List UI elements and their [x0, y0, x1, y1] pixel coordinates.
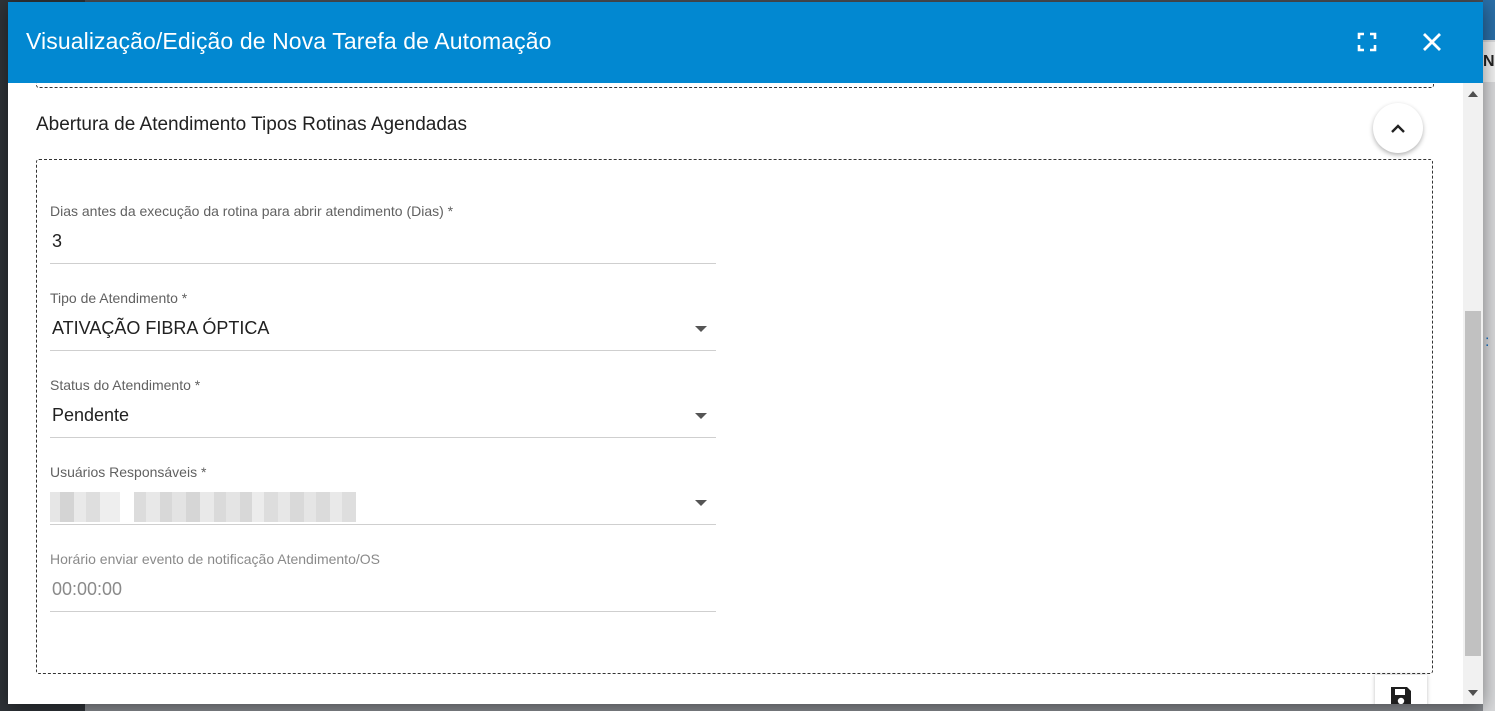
- dialog-body: Abertura de Atendimento Tipos Rotinas Ag…: [8, 73, 1483, 704]
- chevron-up-icon: [1391, 124, 1405, 133]
- dialog-scrollbar[interactable]: [1463, 83, 1483, 704]
- notify-time-field[interactable]: Horário enviar evento de notificação Ate…: [50, 551, 716, 625]
- days-before-label: Dias antes da execução da rotina para ab…: [50, 203, 454, 219]
- background-app-right-edge: N :: [1483, 0, 1495, 711]
- scroll-up-arrow-icon[interactable]: [1468, 91, 1478, 97]
- scroll-down-arrow-icon[interactable]: [1468, 690, 1478, 696]
- close-button[interactable]: [1414, 24, 1450, 60]
- save-button[interactable]: [1375, 675, 1427, 704]
- field-underline: [50, 437, 716, 438]
- notify-time-input[interactable]: 00:00:00: [52, 579, 122, 600]
- days-before-input[interactable]: 3: [52, 231, 62, 252]
- section-title: Abertura de Atendimento Tipos Rotinas Ag…: [36, 114, 467, 135]
- responsible-users-select[interactable]: Usuários Responsáveis *: [50, 464, 716, 538]
- background-strip: [1483, 0, 1495, 40]
- ticket-type-select[interactable]: Tipo de Atendimento * ATIVAÇÃO FIBRA ÓPT…: [50, 290, 716, 364]
- close-icon: [1423, 33, 1441, 51]
- responsible-users-label: Usuários Responsáveis *: [50, 464, 207, 480]
- ticket-type-value[interactable]: ATIVAÇÃO FIBRA ÓPTICA: [52, 318, 269, 339]
- dropdown-arrow-icon[interactable]: [695, 500, 707, 506]
- fullscreen-button[interactable]: [1349, 24, 1385, 60]
- notify-time-label: Horário enviar evento de notificação Ate…: [50, 551, 380, 567]
- ticket-status-select[interactable]: Status do Atendimento * Pendente: [50, 377, 716, 451]
- fullscreen-icon: [1357, 32, 1377, 52]
- background-fragment: :: [1485, 333, 1490, 350]
- background-fragment: N: [1483, 42, 1495, 82]
- redacted-users-value[interactable]: [50, 492, 358, 522]
- ticket-status-value[interactable]: Pendente: [52, 405, 129, 426]
- field-underline: [50, 524, 716, 525]
- ticket-status-label: Status do Atendimento *: [50, 377, 201, 393]
- days-before-field[interactable]: Dias antes da execução da rotina para ab…: [50, 203, 716, 277]
- field-underline: [50, 611, 716, 612]
- dialog-title: Visualização/Edição de Nova Tarefa de Au…: [26, 28, 552, 54]
- field-underline: [50, 263, 716, 264]
- field-underline: [50, 350, 716, 351]
- scrollbar-thumb[interactable]: [1465, 311, 1481, 656]
- section-panel: Dias antes da execução da rotina para ab…: [36, 159, 1433, 674]
- dropdown-arrow-icon[interactable]: [695, 413, 707, 419]
- save-icon: [1391, 687, 1411, 704]
- dialog-header: Visualização/Edição de Nova Tarefa de Au…: [8, 2, 1483, 83]
- dropdown-arrow-icon[interactable]: [695, 326, 707, 332]
- ticket-type-label: Tipo de Atendimento *: [50, 290, 188, 306]
- automation-task-dialog: Visualização/Edição de Nova Tarefa de Au…: [8, 2, 1483, 704]
- collapse-section-button[interactable]: [1373, 103, 1423, 153]
